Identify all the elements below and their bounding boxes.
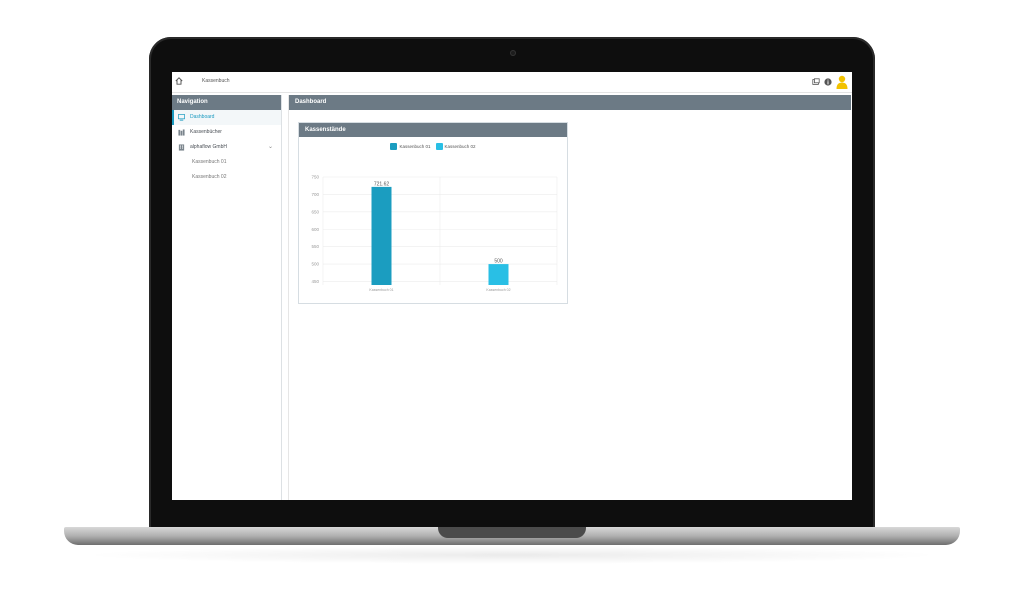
data-label: 721.62 bbox=[374, 181, 390, 187]
data-label: 500 bbox=[494, 259, 503, 265]
nav-item-label: Dashboard bbox=[190, 114, 215, 120]
info-icon[interactable] bbox=[824, 78, 832, 86]
books-icon bbox=[178, 129, 185, 136]
x-tick-label: Kassenbuch 01 bbox=[369, 288, 393, 292]
navigation-panel: Navigation Dashboard Kassenbücher alphaf… bbox=[172, 95, 282, 500]
window-icon[interactable] bbox=[812, 78, 820, 86]
y-tick-label: 600 bbox=[311, 227, 319, 232]
nav-item-dashboard[interactable]: Dashboard bbox=[172, 110, 281, 125]
laptop-shadow bbox=[80, 546, 944, 564]
app-screen: Kassenbuch Navigation Dashboard Kassenbü… bbox=[172, 72, 852, 500]
kassenstaende-card: Kassenstände Kassenbuch 01 Kassenbuch 02… bbox=[298, 122, 568, 304]
main-panel: Dashboard Kassenstände Kassenbuch 01 Kas… bbox=[288, 95, 851, 500]
card-title: Kassenstände bbox=[299, 123, 567, 137]
top-bar: Kassenbuch bbox=[172, 72, 852, 93]
navigation-title: Navigation bbox=[172, 95, 281, 110]
y-tick-label: 550 bbox=[311, 244, 319, 249]
user-icon[interactable] bbox=[836, 75, 848, 89]
home-icon[interactable] bbox=[175, 77, 183, 85]
y-tick-label: 500 bbox=[311, 262, 319, 267]
nav-item-label: alphaflow GmbH bbox=[190, 144, 227, 150]
breadcrumb[interactable]: Kassenbuch bbox=[202, 78, 230, 84]
dashboard-icon bbox=[178, 114, 185, 121]
bar-kassenbuch-02 bbox=[488, 264, 509, 285]
x-tick-label: Kassenbuch 02 bbox=[486, 288, 510, 292]
nav-item-label: Kassenbücher bbox=[190, 129, 222, 135]
nav-item-kassenbuecher[interactable]: Kassenbücher bbox=[172, 125, 281, 140]
bar-chart: 750 700 650 600 550 500 450 721.62 500 Kassenbuch… bbox=[311, 175, 558, 292]
top-actions bbox=[812, 75, 848, 89]
laptop-notch bbox=[438, 527, 586, 538]
y-tick-label: 700 bbox=[311, 192, 319, 197]
page-title: Dashboard bbox=[289, 95, 851, 110]
y-tick-label: 450 bbox=[311, 279, 319, 284]
nav-subitem-kassenbuch-01[interactable]: Kassenbuch 01 bbox=[172, 155, 281, 170]
nav-item-alphaflow[interactable]: alphaflow GmbH ⌄ bbox=[172, 140, 281, 155]
camera bbox=[510, 50, 516, 56]
bar-kassenbuch-01 bbox=[371, 186, 392, 285]
building-icon bbox=[178, 144, 185, 151]
nav-subitem-kassenbuch-02[interactable]: Kassenbuch 02 bbox=[172, 170, 281, 185]
y-tick-label: 750 bbox=[311, 175, 319, 180]
y-tick-label: 650 bbox=[311, 209, 319, 214]
chevron-down-icon[interactable]: ⌄ bbox=[268, 140, 273, 155]
